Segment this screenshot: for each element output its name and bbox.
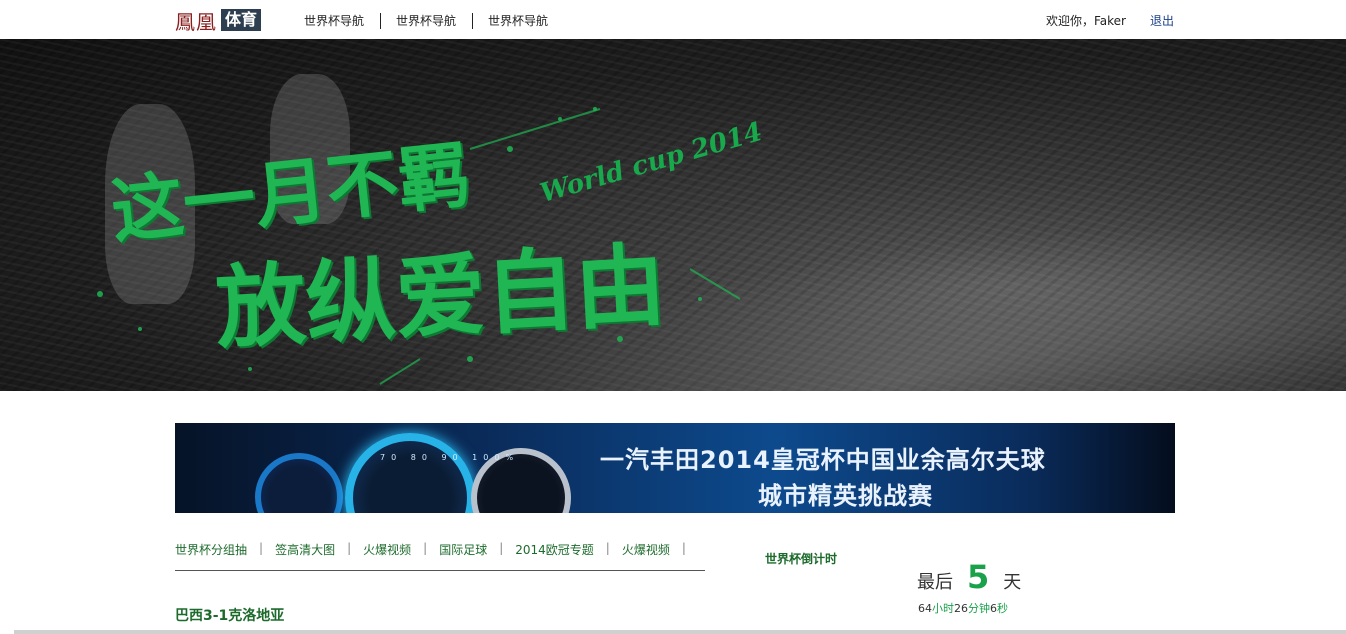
nav-item-worldcup-1[interactable]: 世界杯导航 <box>304 12 364 29</box>
subnav-separator: | <box>423 541 428 555</box>
countdown-prefix: 最后 <box>917 572 953 593</box>
subnav-separator: | <box>681 541 686 555</box>
subnav-item-intl-football[interactable]: 国际足球 <box>439 541 487 558</box>
countdown-title: 世界杯倒计时 <box>765 552 838 566</box>
countdown-hours-value: 64 <box>918 602 932 615</box>
logout-link[interactable]: 退出 <box>1150 12 1174 29</box>
speedometer-icon <box>345 433 475 513</box>
site-logo[interactable]: 鳳凰 体育 <box>175 8 262 34</box>
subnav-separator: | <box>499 541 504 555</box>
countdown-days-unit: 天 <box>1003 572 1022 593</box>
welcome-text: 欢迎你，Faker <box>1046 14 1126 28</box>
subnav-item-ucl-2014[interactable]: 2014欧冠专题 <box>515 541 594 558</box>
nav-divider <box>472 12 474 29</box>
slogan-line-2: 放纵爱自由 <box>212 232 668 362</box>
top-bar: 鳳凰 体育 世界杯导航 世界杯导航 世界杯导航 欢迎你，Faker 退出 <box>0 0 1346 39</box>
ad-subheadline: 城市精英挑战赛 <box>758 482 933 510</box>
speedometer-icon <box>255 453 343 513</box>
subnav-item-group-draw[interactable]: 世界杯分组抽 <box>175 541 247 558</box>
subnav-item-hot-videos-2[interactable]: 火爆视频 <box>622 541 670 558</box>
horizontal-scrollbar[interactable] <box>14 630 1346 634</box>
countdown-minutes-value: 26 <box>954 602 968 615</box>
countdown-hours-unit: 小时 <box>932 602 954 615</box>
countdown-seconds-value: 6 <box>990 602 997 615</box>
countdown-detail: 64小时26分钟6秒 <box>918 600 1008 616</box>
ad-headline: 一汽丰田2014皇冠杯中国业余高尔夫球 <box>600 446 1046 474</box>
subnav-separator: | <box>605 541 610 555</box>
countdown-days: 最后 5 天 <box>917 558 1021 596</box>
ad-banner[interactable]: 70 80 90 100% 一汽丰田2014皇冠杯中国业余高尔夫球 城市精英挑战… <box>175 423 1175 513</box>
subnav-separator: | <box>259 541 264 555</box>
top-nav: 世界杯导航 世界杯导航 世界杯导航 <box>304 12 548 29</box>
countdown-seconds-unit: 秒 <box>997 602 1008 615</box>
subnav-item-hot-videos[interactable]: 火爆视频 <box>363 541 411 558</box>
logo-section-tag: 体育 <box>221 9 262 31</box>
subnav-item-hd-gallery[interactable]: 签高清大图 <box>275 541 335 558</box>
match-headline[interactable]: 巴西3-1克洛地亚 <box>175 605 284 625</box>
hero-banner: World cup 2014 这一月不羁 放纵爱自由 <box>0 39 1346 391</box>
countdown-minutes-unit: 分钟 <box>968 602 990 615</box>
nav-item-worldcup-3[interactable]: 世界杯导航 <box>488 12 548 29</box>
logo-wordmark: 鳳凰 <box>175 9 217 34</box>
subnav-separator: | <box>347 541 352 555</box>
countdown-days-value: 5 <box>967 558 990 596</box>
nav-item-worldcup-2[interactable]: 世界杯导航 <box>396 12 456 29</box>
nav-divider <box>380 12 382 29</box>
sub-nav: 世界杯分组抽 | 签高清大图 | 火爆视频 | 国际足球 | 2014欧冠专题 … <box>175 541 705 571</box>
gauge-tick-labels: 70 80 90 100% <box>380 453 520 462</box>
